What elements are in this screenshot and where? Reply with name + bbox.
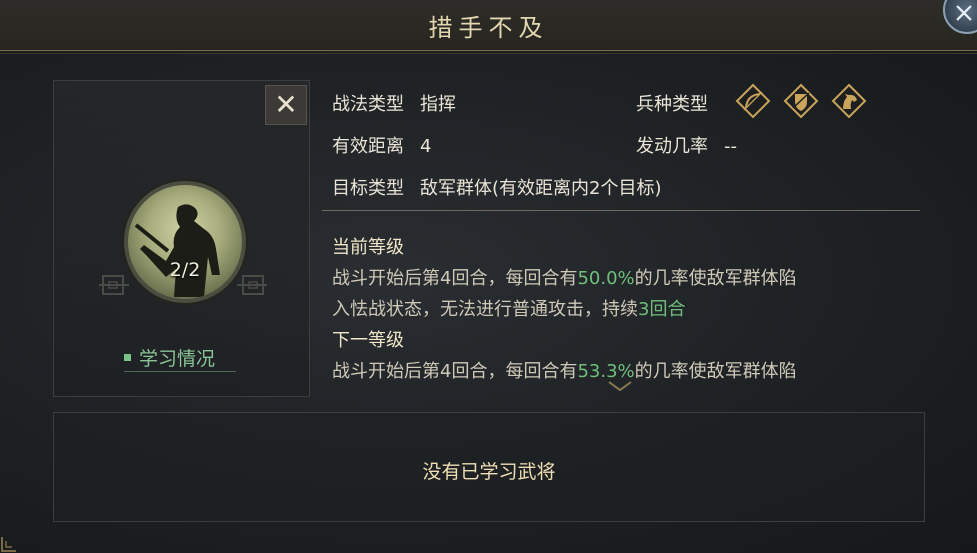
troop-type-row: 兵种类型 [636,90,708,116]
current-line1-post: 的几率使敌军群体陷 [634,268,797,289]
study-status-link[interactable]: 学习情况 [124,343,236,372]
current-rate: 50.0% [577,268,635,289]
close-icon [956,5,972,21]
trigger-rate-value: -- [724,136,737,157]
shield-icon [783,83,819,119]
bullet-square-icon [124,353,131,361]
empty-state-text: 没有已学习武将 [422,461,556,483]
current-line2-pre: 入怯战状态，无法进行普通攻击，持续 [332,299,638,320]
tactic-description: 当前等级 战斗开始后第4回合，每回合有50.0%的几率使敌军群体陷 入怯战状态，… [332,232,922,387]
target-label: 目标类型 [332,178,404,199]
next-line1-post: 的几率使敌军群体陷 [634,361,797,382]
range-value: 4 [420,136,432,157]
troop-type-label: 兵种类型 [636,94,708,115]
scroll-down-indicator-icon[interactable] [605,379,635,393]
next-line1-pre: 战斗开始后第4回合，每回合有 [332,361,578,382]
range-label: 有效距离 [332,136,404,157]
trigger-rate-row: 发动几率 -- [636,132,737,158]
tactic-type-value: 指挥 [420,94,456,115]
tactic-level: 2/2 [169,259,201,281]
target-value: 敌军群体(有效距离内2个目标) [420,178,662,199]
x-icon: ✕ [274,88,298,121]
current-duration: 3回合 [638,299,686,320]
horse-icon [831,83,867,119]
title-bar: 措手不及 [0,0,977,54]
tactic-type-label: 战法类型 [332,94,404,115]
target-row: 目标类型 敌军群体(有效距离内2个目标) [332,174,662,200]
next-level-heading: 下一等级 [332,330,404,351]
bow-icon [735,83,771,119]
warrior-silhouette-icon [134,204,220,297]
trigger-rate-label: 发动几率 [636,136,708,157]
current-line1-pre: 战斗开始后第4回合，每回合有 [332,268,578,289]
page-title: 措手不及 [428,14,549,42]
current-level-heading: 当前等级 [332,237,404,258]
tactic-portrait-panel: ✕ 2/2 学习情况 [53,80,310,397]
general-portrait: 2/2 [124,181,246,303]
study-status-label: 学习情况 [139,347,216,370]
troop-type-icons [735,83,867,119]
tactic-type-row: 战法类型 指挥 [332,90,456,116]
remove-button[interactable]: ✕ [265,85,307,125]
current-level-line-1: 战斗开始后第4回合，每回合有50.0%的几率使敌军群体陷 [332,263,922,294]
current-level-line-2: 入怯战状态，无法进行普通攻击，持续3回合 [332,294,922,325]
learned-generals-panel: 没有已学习武将 [53,412,925,522]
corner-ornament-icon [1,537,16,552]
divider [322,210,920,211]
range-row: 有效距离 4 [332,132,431,158]
